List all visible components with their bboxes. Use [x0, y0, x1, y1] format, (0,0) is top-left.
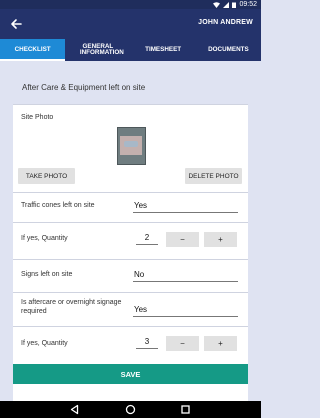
- aftercare-quantity-decrement-button[interactable]: −: [166, 336, 199, 351]
- checklist-content[interactable]: After Care & Equipment left on site Site…: [0, 61, 261, 401]
- aftercare-signage-label: Is aftercare or overnight signage requir…: [21, 299, 122, 315]
- status-bar: 09:52: [0, 0, 261, 9]
- aftercare-quantity-value[interactable]: 3: [136, 337, 158, 349]
- traffic-cones-label: Traffic cones left on site: [21, 202, 95, 209]
- back-triangle-icon[interactable]: [69, 404, 80, 415]
- tab-timesheet[interactable]: TIMESHEET: [131, 39, 196, 61]
- user-name: JOHN ANDREW: [198, 19, 253, 26]
- divider: [13, 192, 248, 193]
- signs-field[interactable]: No: [133, 270, 238, 282]
- traffic-cones-quantity-increment-button[interactable]: +: [204, 232, 237, 247]
- arrow-left-icon[interactable]: [9, 17, 23, 31]
- tab-general-information[interactable]: GENERAL INFORMATION: [65, 39, 130, 61]
- wifi-icon: [213, 1, 221, 8]
- delete-photo-button[interactable]: DELETE PHOTO: [185, 168, 242, 184]
- aftercare-quantity-increment-button[interactable]: +: [204, 336, 237, 351]
- recents-square-icon[interactable]: [180, 404, 191, 415]
- checklist-card: Site Photo TAKE PHOTO DELETE PHOTO Traff…: [13, 104, 248, 401]
- section-title: After Care & Equipment left on site: [22, 83, 146, 92]
- tab-general-information-label: GENERAL INFORMATION: [79, 42, 124, 56]
- status-icons: 09:52: [213, 0, 257, 9]
- home-circle-icon[interactable]: [125, 404, 136, 415]
- traffic-cones-quantity-value[interactable]: 2: [136, 233, 158, 245]
- divider: [13, 222, 248, 223]
- signal-icon: [223, 1, 230, 8]
- divider: [13, 259, 248, 260]
- status-time: 09:52: [239, 1, 257, 8]
- divider: [13, 326, 248, 327]
- site-photo-thumbnail[interactable]: [117, 127, 146, 165]
- aftercare-signage-field[interactable]: Yes: [133, 305, 238, 317]
- take-photo-button[interactable]: TAKE PHOTO: [18, 168, 75, 184]
- traffic-cones-quantity-label: If yes, Quantity: [21, 235, 68, 242]
- tab-bar: CHECKLIST GENERAL INFORMATION TIMESHEET …: [0, 39, 261, 61]
- tab-documents[interactable]: DOCUMENTS: [196, 39, 261, 61]
- system-nav-bar: [0, 401, 261, 418]
- battery-icon: [232, 2, 237, 8]
- site-photo-label: Site Photo: [21, 114, 54, 121]
- signs-label: Signs left on site: [21, 271, 73, 278]
- divider: [13, 292, 248, 293]
- aftercare-quantity-label: If yes, Quantity: [21, 340, 68, 347]
- traffic-cones-quantity-decrement-button[interactable]: −: [166, 232, 199, 247]
- app-bar: JOHN ANDREW: [0, 9, 261, 39]
- tab-checklist[interactable]: CHECKLIST: [0, 39, 66, 61]
- save-button[interactable]: SAVE: [13, 364, 248, 384]
- traffic-cones-field[interactable]: Yes: [133, 201, 238, 213]
